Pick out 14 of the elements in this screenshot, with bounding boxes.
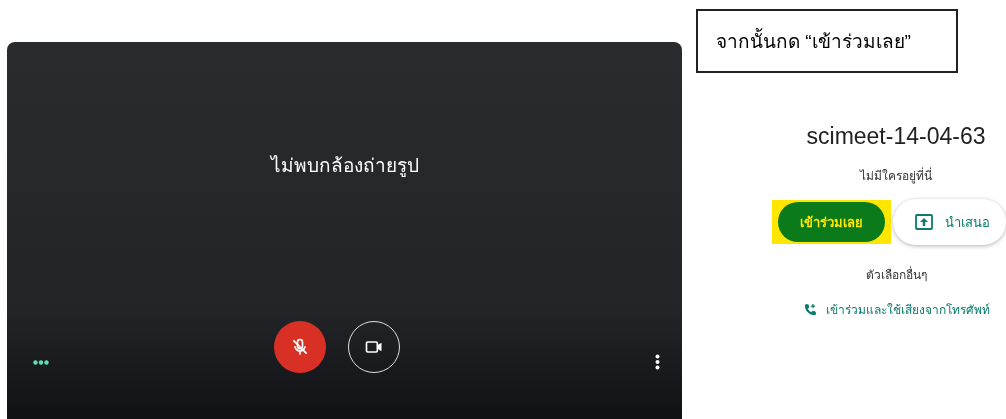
status-text: ไม่มีใครอยู่ที่นี่ [860, 166, 932, 185]
more-options-icon[interactable] [655, 354, 660, 370]
instruction-callout: จากนั้นกด “เข้าร่วมเลย” [696, 9, 958, 73]
join-button[interactable]: เข้าร่วมเลย [778, 202, 885, 242]
other-options-label: ตัวเลือกอื่นๆ [865, 265, 927, 284]
microphone-button[interactable] [274, 321, 326, 373]
meeting-title: scimeet-14-04-63 [806, 123, 986, 150]
microphone-icon [290, 337, 310, 357]
upload-icon [915, 214, 933, 230]
present-button[interactable]: นำเสนอ [893, 199, 1006, 245]
phone-join-link[interactable]: เข้าร่วมและใช้เสียงจากโทรศัพท์ [802, 300, 990, 319]
phone-icon [802, 302, 818, 317]
no-camera-message: ไม่พบกล้องถ่ายรูป [269, 152, 420, 179]
more-dots-icon [33, 359, 49, 365]
